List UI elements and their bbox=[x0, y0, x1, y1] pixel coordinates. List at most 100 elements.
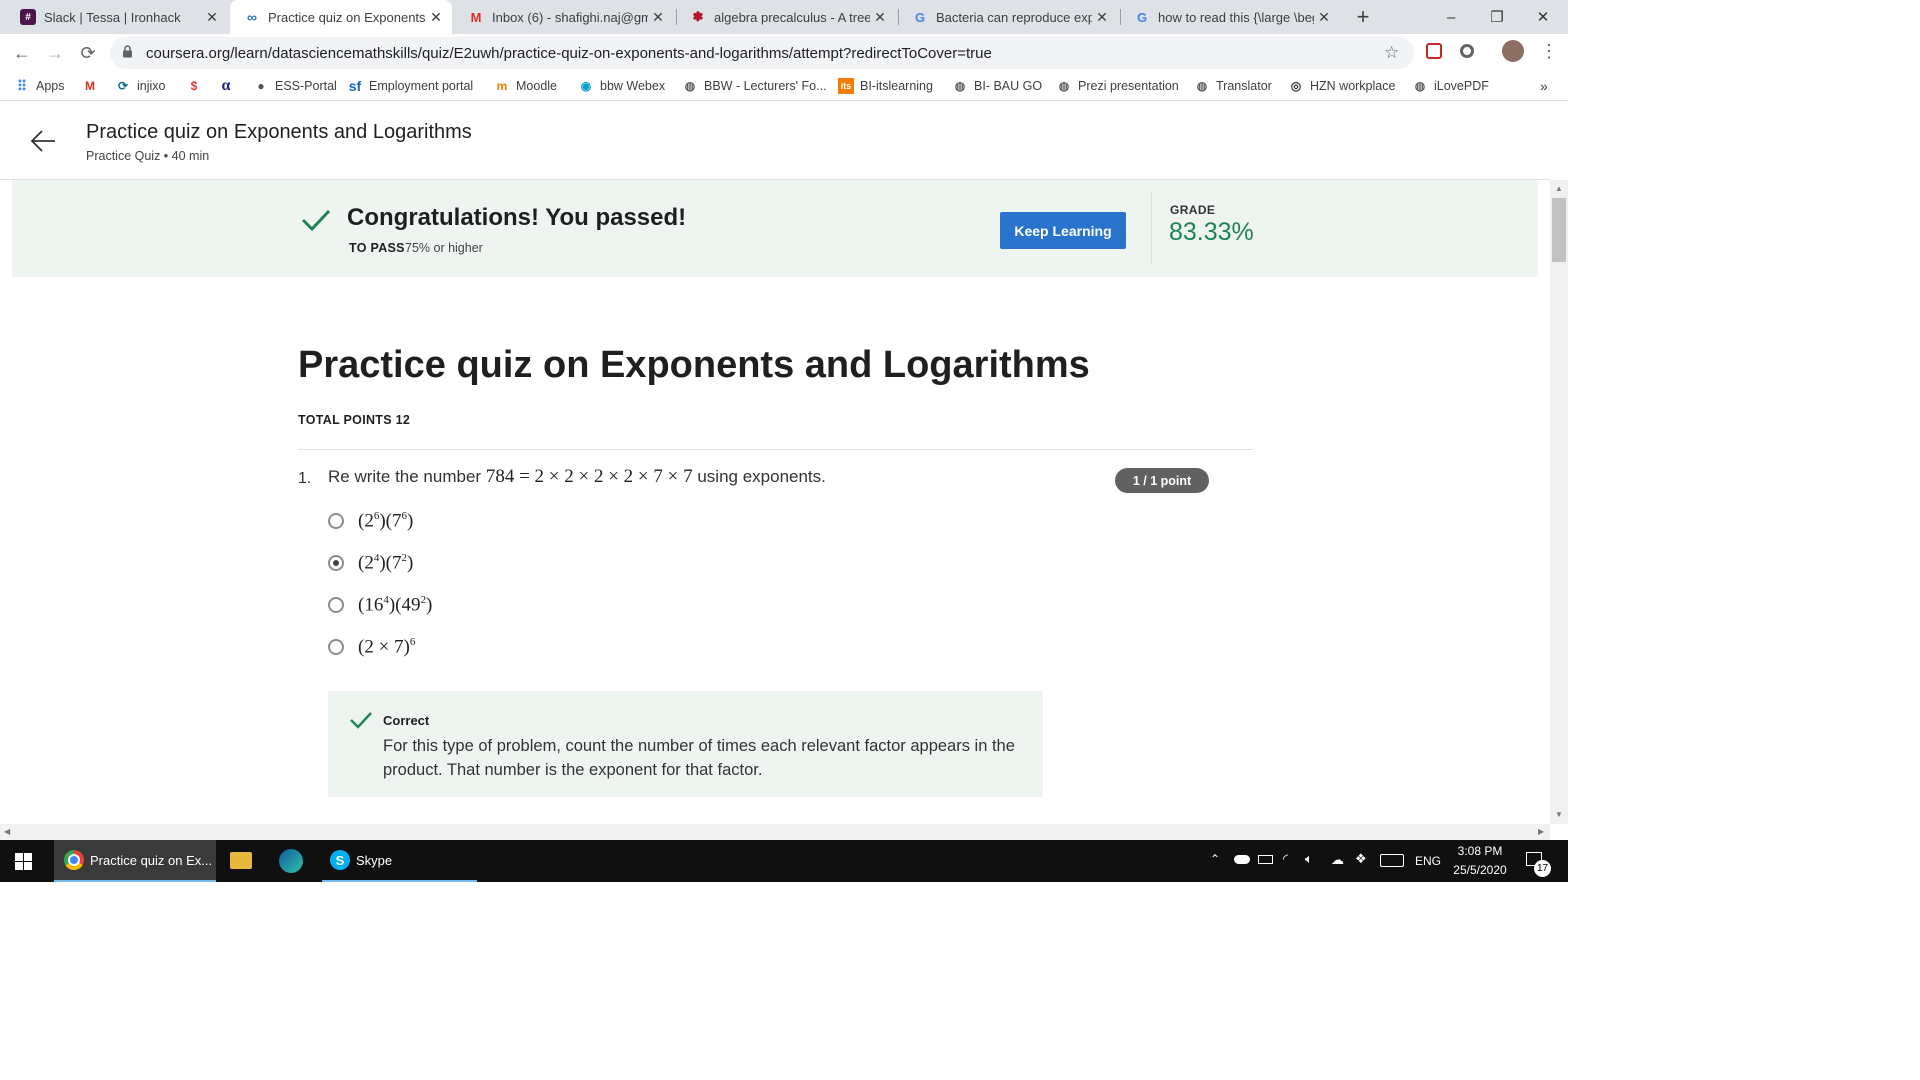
bookmark-label: iLovePDF bbox=[1434, 79, 1489, 93]
bookmark-prezi[interactable]: ◍ Prezi presentation bbox=[1056, 77, 1179, 95]
option-base: )(49 bbox=[388, 594, 421, 616]
tab-slack[interactable]: # Slack | Tessa | Ironhack ✕ bbox=[6, 0, 228, 34]
bookmark-bbw-lecturers[interactable]: ◍ BBW - Lecturers' Fo... bbox=[682, 77, 827, 95]
radio-button[interactable] bbox=[328, 597, 344, 613]
option-base: (2 × 7) bbox=[358, 636, 410, 658]
bookmark-alpha[interactable]: α bbox=[218, 77, 240, 95]
avatar[interactable] bbox=[1502, 40, 1524, 62]
edge-icon[interactable] bbox=[279, 849, 303, 873]
vertical-scrollbar[interactable]: ▲ ▼ bbox=[1550, 180, 1568, 824]
tray-overflow-icon[interactable]: ⌃ bbox=[1210, 852, 1220, 866]
close-tab-icon[interactable]: ✕ bbox=[648, 9, 668, 26]
file-explorer-icon[interactable] bbox=[230, 852, 252, 869]
bookmark-webex[interactable]: ◉ bbw Webex bbox=[578, 77, 665, 95]
tab-title: Practice quiz on Exponents a bbox=[268, 9, 426, 25]
lock-icon bbox=[122, 45, 136, 61]
clock-date[interactable]: 25/5/2020 bbox=[1446, 863, 1514, 877]
grade-value: 83.33% bbox=[1169, 218, 1254, 246]
back-arrow-icon[interactable] bbox=[30, 129, 56, 158]
bookmark-moodle[interactable]: m Moodle bbox=[494, 77, 557, 95]
bookmark-star-icon[interactable]: ☆ bbox=[1384, 43, 1399, 63]
moodle-icon: m bbox=[496, 79, 508, 93]
maximize-button[interactable]: ❐ bbox=[1474, 0, 1520, 34]
scroll-up-arrow-icon[interactable]: ▲ bbox=[1555, 184, 1563, 193]
bookmark-translator[interactable]: ◍ Translator bbox=[1194, 77, 1272, 95]
close-window-button[interactable]: ✕ bbox=[1520, 0, 1566, 34]
bookmark-gmail[interactable]: M bbox=[82, 77, 104, 95]
wifi-icon[interactable]: ◜ bbox=[1283, 851, 1288, 867]
bookmark-sparkasse[interactable]: $ bbox=[186, 77, 208, 95]
bookmark-apps[interactable]: ⠿ Apps bbox=[14, 77, 65, 95]
minimize-button[interactable]: – bbox=[1428, 0, 1474, 34]
taskbar-skype[interactable]: S Skype bbox=[322, 840, 477, 882]
radio-button[interactable] bbox=[328, 513, 344, 529]
reload-button[interactable]: ⟳ bbox=[75, 40, 101, 66]
apps-grid-icon: ⠿ bbox=[16, 77, 28, 94]
close-tab-icon[interactable]: ✕ bbox=[870, 9, 890, 26]
page-header: Practice quiz on Exponents and Logarithm… bbox=[0, 101, 1550, 180]
close-tab-icon[interactable]: ✕ bbox=[1314, 9, 1334, 26]
clock-time[interactable]: 3:08 PM bbox=[1450, 844, 1510, 858]
bookmark-label: BBW - Lecturers' Fo... bbox=[704, 79, 827, 93]
back-button[interactable]: ← bbox=[9, 40, 35, 66]
answer-option-selected[interactable]: (24)(72) bbox=[328, 550, 628, 578]
chrome-menu-icon[interactable]: ⋮ bbox=[1540, 41, 1558, 62]
chrome-icon bbox=[64, 850, 84, 870]
answer-option[interactable]: (26)(76) bbox=[328, 508, 628, 536]
bookmark-employment-portal[interactable]: sf Employment portal bbox=[347, 77, 473, 95]
close-tab-icon[interactable]: ✕ bbox=[426, 9, 446, 26]
question-text: Re write the number 784 = 2 × 2 × 2 × 2 … bbox=[328, 466, 826, 488]
bookmark-itslearning[interactable]: its BI-itslearning bbox=[838, 77, 933, 95]
option-math: (2 × 7)6 bbox=[358, 636, 415, 658]
scroll-down-arrow-icon[interactable]: ▼ bbox=[1555, 810, 1563, 819]
gmail-icon: M bbox=[470, 9, 482, 25]
pass-heading: Congratulations! You passed! bbox=[347, 204, 687, 231]
to-pass-label: TO PASS bbox=[349, 241, 405, 255]
bookmark-label: HZN workplace bbox=[1310, 79, 1396, 93]
tab-google-latex[interactable]: G how to read this {\large \beg ✕ bbox=[1120, 0, 1340, 34]
bookmark-hzn[interactable]: ◎ HZN workplace bbox=[1288, 77, 1396, 95]
scroll-right-arrow-icon[interactable]: ▶ bbox=[1538, 827, 1544, 836]
close-tab-icon[interactable]: ✕ bbox=[1092, 9, 1112, 26]
bookmarks-overflow-button[interactable]: » bbox=[1540, 77, 1548, 95]
close-tab-icon[interactable]: ✕ bbox=[202, 9, 222, 26]
radio-button[interactable] bbox=[328, 639, 344, 655]
onedrive-icon[interactable] bbox=[1234, 855, 1250, 864]
answer-option[interactable]: (164)(492) bbox=[328, 592, 628, 620]
bookmark-injixo[interactable]: ⟳ injixo bbox=[115, 77, 166, 95]
taskbar-chrome[interactable]: Practice quiz on Ex... bbox=[54, 840, 216, 882]
keep-learning-button[interactable]: Keep Learning bbox=[1000, 212, 1126, 249]
address-bar[interactable]: coursera.org/learn/datasciencemathskills… bbox=[110, 37, 1414, 69]
bookmark-bau-go[interactable]: ◍ BI- BAU GO bbox=[952, 77, 1042, 95]
points-badge: 1 / 1 point bbox=[1115, 468, 1209, 493]
bookmarks-bar: ⠿ Apps M ⟳ injixo $ α ● ESS-Portal sf Employ… bbox=[0, 72, 1568, 101]
windows-start-icon[interactable] bbox=[15, 853, 32, 875]
pdf-extension-icon[interactable] bbox=[1426, 43, 1442, 59]
extension-icon[interactable] bbox=[1460, 44, 1474, 58]
tab-google-bacteria[interactable]: G Bacteria can reproduce expo ✕ bbox=[898, 0, 1118, 34]
bookmark-label: ESS-Portal bbox=[275, 79, 337, 93]
dropbox-icon[interactable]: ❖ bbox=[1355, 851, 1367, 867]
new-tab-button[interactable]: + bbox=[1350, 4, 1376, 30]
keyboard-icon[interactable] bbox=[1380, 854, 1404, 867]
tab-coursera[interactable]: ∞ Practice quiz on Exponents a ✕ bbox=[230, 0, 452, 34]
answer-option[interactable]: (2 × 7)6 bbox=[328, 634, 628, 662]
scroll-left-arrow-icon[interactable]: ◀ bbox=[4, 827, 10, 836]
question-text-before: Re write the number bbox=[328, 467, 482, 486]
language-indicator[interactable]: ENG bbox=[1415, 854, 1441, 868]
tab-title: Slack | Tessa | Ironhack bbox=[44, 9, 181, 25]
forward-button[interactable]: → bbox=[42, 40, 68, 66]
volume-icon[interactable]: 🔈︎ bbox=[1305, 851, 1313, 867]
battery-icon[interactable] bbox=[1258, 855, 1273, 864]
scrollbar-thumb[interactable] bbox=[1552, 198, 1566, 262]
tab-stackexchange[interactable]: ✽ algebra precalculus - A tree i ✕ bbox=[676, 0, 896, 34]
feedback-box: Correct For this type of problem, count … bbox=[328, 691, 1043, 797]
toolbar: ← → ⟳ coursera.org/learn/datasciencemath… bbox=[0, 34, 1568, 72]
alpha-icon: α bbox=[221, 77, 231, 94]
tab-gmail[interactable]: M Inbox (6) - shafighi.naj@gma ✕ bbox=[454, 0, 674, 34]
horizontal-scrollbar[interactable]: ◀ ▶ bbox=[0, 824, 1550, 840]
radio-button-selected[interactable] bbox=[328, 555, 344, 571]
cloud-upload-icon[interactable]: ☁ bbox=[1331, 852, 1344, 868]
bookmark-ess-portal[interactable]: ● ESS-Portal bbox=[253, 77, 337, 95]
bookmark-ilovepdf[interactable]: ◍ iLovePDF bbox=[1412, 77, 1489, 95]
